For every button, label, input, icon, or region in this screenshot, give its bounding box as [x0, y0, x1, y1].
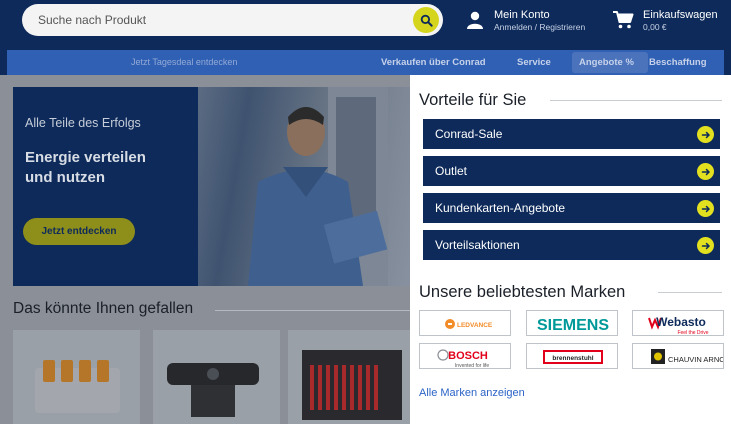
brennenstuhl-logo-text: brennenstuhl: [552, 355, 593, 362]
menu-item-label: Vorteilsaktionen: [435, 238, 520, 252]
product-image-toolset: [302, 350, 402, 420]
brand-logo-ledvance[interactable]: LEDVANCE: [419, 310, 511, 336]
hero-person-illustration: [248, 87, 388, 286]
product-image-webcam: [167, 363, 259, 417]
brennenstuhl-logo: brennenstuhl: [543, 350, 603, 364]
nav-item-offers[interactable]: Angebote %: [579, 57, 634, 68]
product-card[interactable]: [153, 330, 280, 424]
search-button[interactable]: [413, 7, 439, 33]
hero-cta-button[interactable]: Jetzt entdecken: [23, 218, 135, 245]
arrow-right-icon: [697, 200, 714, 217]
user-icon: [467, 11, 483, 29]
nav-item-sell[interactable]: Verkaufen über Conrad: [381, 57, 486, 68]
advantages-divider: [550, 100, 722, 101]
advantages-title: Vorteile für Sie: [419, 91, 527, 109]
recommendations-divider: [215, 310, 410, 311]
webasto-logo-text: Webasto: [656, 315, 706, 329]
brand-logo-chauvin-arnoux[interactable]: CHAUVIN ARNOUX: [632, 343, 724, 369]
offers-dropdown-panel: Vorteile für Sie Conrad-Sale Outlet Kund…: [410, 75, 731, 424]
menu-item-promotions[interactable]: Vorteilsaktionen: [423, 230, 720, 260]
brand-logo-webasto[interactable]: Webasto Feel the Drive: [632, 310, 724, 336]
all-brands-link[interactable]: Alle Marken anzeigen: [419, 387, 525, 399]
menu-item-outlet[interactable]: Outlet: [423, 156, 720, 186]
hero-subtitle: Alle Teile des Erfolgs: [25, 116, 141, 130]
bosch-logo-text: BOSCH: [448, 350, 488, 362]
ledvance-logo: LEDVANCE: [445, 319, 493, 329]
search-icon: [420, 14, 433, 27]
siemens-logo-text: SIEMENS: [537, 317, 609, 334]
bosch-tagline: Invented for life: [455, 363, 489, 369]
brand-logo-bosch[interactable]: BOSCH Invented for life: [419, 343, 511, 369]
menu-item-customer-card-offers[interactable]: Kundenkarten-Angebote: [423, 193, 720, 223]
arrow-right-icon: [697, 163, 714, 180]
arrow-right-icon: [697, 237, 714, 254]
menu-item-label: Outlet: [435, 164, 468, 178]
ledvance-logo-text: LEDVANCE: [457, 322, 493, 329]
chauvin-arnoux-logo: CHAUVIN ARNOUX: [651, 349, 724, 364]
account-subtitle: Anmelden / Registrieren: [494, 22, 586, 32]
brand-logo-brennenstuhl[interactable]: brennenstuhl: [526, 343, 618, 369]
siemens-logo: SIEMENS: [537, 317, 609, 334]
hero-title: Energie verteilen und nutzen: [25, 149, 146, 186]
cart-icon: [613, 11, 634, 29]
menu-item-label: Kundenkarten-Angebote: [435, 201, 566, 215]
arrow-right-icon: [697, 126, 714, 143]
main-nav: Jetzt Tagesdeal entdecken Verkaufen über…: [7, 50, 724, 75]
brands-title: Unsere beliebtesten Marken: [419, 283, 626, 301]
cart-total: 0,00 €: [643, 22, 667, 32]
search-bar[interactable]: Suche nach Produkt: [22, 4, 443, 36]
bosch-logo: BOSCH Invented for life: [437, 349, 489, 369]
product-image-connector: [35, 360, 120, 413]
account-title: Mein Konto: [494, 9, 550, 21]
brand-logo-siemens[interactable]: SIEMENS: [526, 310, 618, 336]
chauvin-arnoux-logo-text: CHAUVIN ARNOUX: [668, 355, 724, 364]
menu-item-label: Conrad-Sale: [435, 127, 503, 141]
webasto-logo: Webasto Feel the Drive: [648, 315, 709, 336]
brands-divider: [658, 292, 722, 293]
nav-item-service[interactable]: Service: [517, 57, 551, 68]
product-card[interactable]: [288, 330, 415, 424]
nav-deal-link[interactable]: Jetzt Tagesdeal entdecken: [131, 57, 237, 67]
product-card[interactable]: [13, 330, 140, 424]
search-input[interactable]: Suche nach Produkt: [38, 13, 146, 27]
header: Suche nach Produkt Mein Konto Anmelden /…: [0, 0, 731, 47]
menu-item-conrad-sale[interactable]: Conrad-Sale: [423, 119, 720, 149]
nav-item-procurement[interactable]: Beschaffung: [649, 57, 707, 68]
cart-title: Einkaufswagen: [643, 9, 718, 21]
webasto-tagline: Feel the Drive: [677, 330, 708, 336]
recommendations-title: Das könnte Ihnen gefallen: [13, 300, 194, 317]
